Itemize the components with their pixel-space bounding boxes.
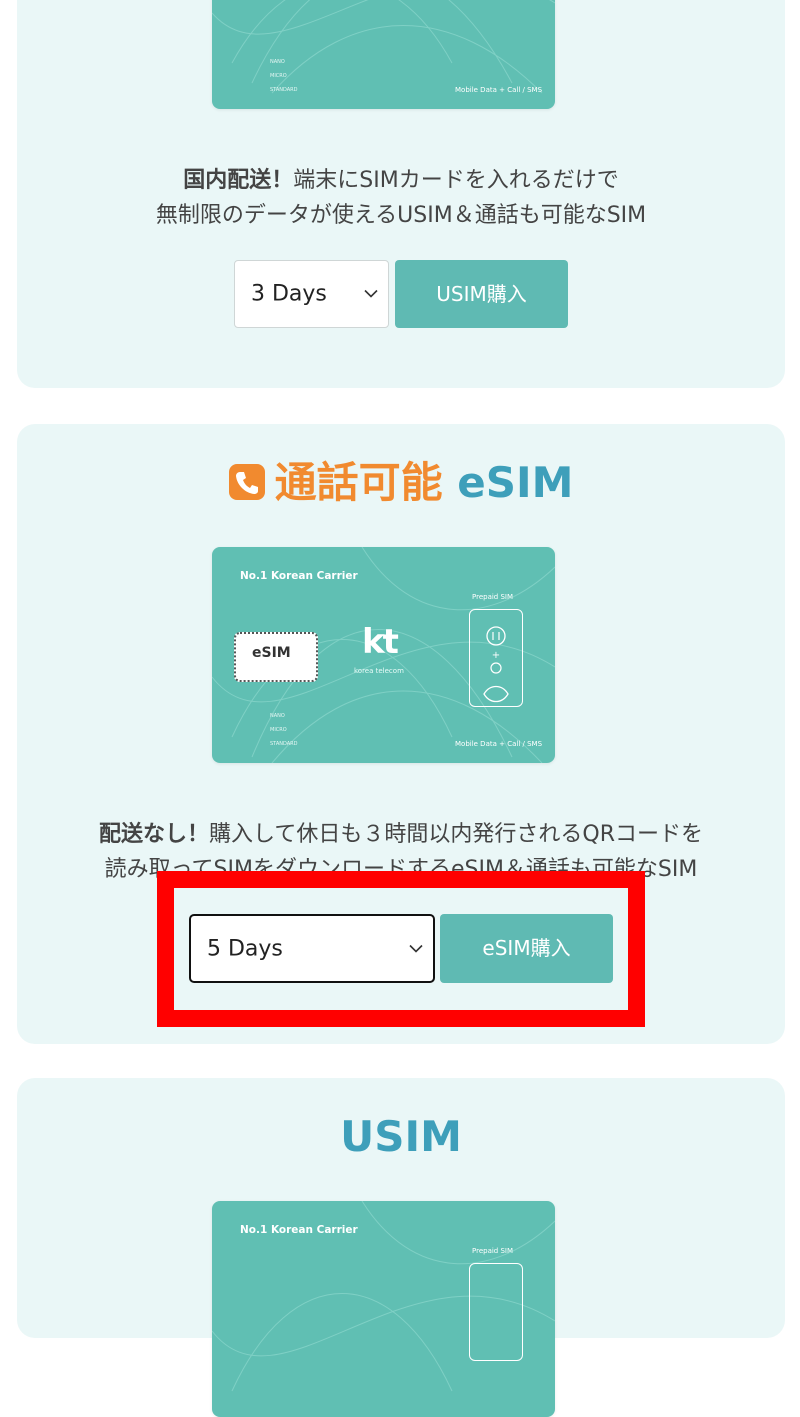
sim-size-standard: STANDARD (270, 741, 298, 747)
kt-usim2-card-image: No.1 Korean Carrier Prepaid SIM (212, 1201, 555, 1417)
esim-chip-label: eSIM (252, 645, 291, 661)
esim-desc-bold: 配送なし！ (99, 822, 210, 847)
card-carrier-text: No.1 Korean Carrier (240, 1224, 358, 1236)
esim-title-orange: 通話可能 (274, 458, 443, 507)
usim-desc-line2: 無制限のデータが使えるUSIM＆通話も可能なSIM (155, 203, 647, 228)
kt-esim-card-image: No.1 Korean Carrier eSIM kt korea teleco… (212, 547, 555, 763)
phone-icon (228, 463, 265, 500)
card-footer-text: Mobile Data + Call / SMS (455, 740, 543, 748)
kt-usim-card-image: kt korea telecom + NANO MICRO STANDARD M… (212, 0, 555, 109)
sim-size-nano: NANO (270, 713, 285, 719)
esim-section-title: 通話可能 eSIM (17, 462, 785, 504)
svg-text:+: + (492, 650, 500, 661)
chevron-down-icon (364, 289, 378, 298)
usim-buy-button[interactable]: USIM購入 (395, 260, 568, 328)
card-footer-text: Mobile Data + Call / SMS (455, 86, 543, 94)
usim2-section-title: USIM (340, 1112, 462, 1161)
prepaid-sim-text: Prepaid SIM (472, 1247, 514, 1255)
esim-title-teal: eSIM (457, 458, 574, 507)
kt-logo-subtitle: korea telecom (354, 667, 404, 675)
usim-days-select[interactable]: 3 Days (234, 260, 389, 328)
esim-chip: eSIM (234, 632, 318, 682)
phone-outline-icon (469, 1263, 523, 1361)
usim-description: 国内配送！端末にSIMカードを入れるだけで 無制限のデータが使えるUSIM＆通話… (17, 163, 785, 233)
sim-size-standard: STANDARD (270, 87, 298, 93)
card-carrier-text: No.1 Korean Carrier (240, 570, 358, 582)
phone-outline-icon: + (469, 609, 523, 707)
esim-desc-line1: 購入して休日も３時間以内発行されるQRコードを (209, 822, 703, 847)
sim-size-nano: NANO (270, 59, 285, 65)
prepaid-sim-text: Prepaid SIM (472, 593, 514, 601)
highlight-box (157, 871, 645, 1027)
usim-days-value: 3 Days (251, 281, 327, 307)
usim-desc-line1: 端末にSIMカードを入れるだけで (293, 168, 619, 193)
sim-size-micro: MICRO (270, 73, 287, 79)
sim-size-micro: MICRO (270, 727, 287, 733)
usim-desc-bold: 国内配送！ (183, 168, 294, 193)
kt-logo: kt (362, 622, 399, 662)
